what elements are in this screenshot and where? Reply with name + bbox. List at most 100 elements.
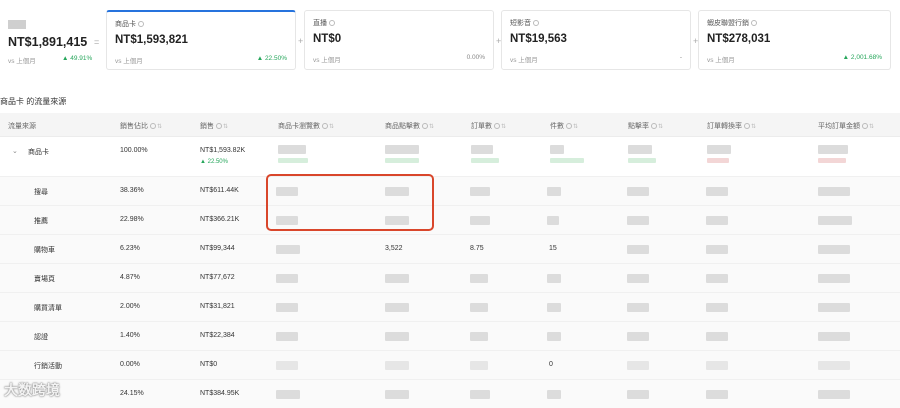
plus-sign: + bbox=[298, 36, 304, 46]
redacted-value bbox=[385, 303, 409, 312]
redacted-value bbox=[627, 303, 649, 312]
header-conversion[interactable]: 訂單轉換率 ⇅ bbox=[707, 121, 756, 131]
sort-icon[interactable]: ⇅ bbox=[501, 124, 506, 130]
redacted-value bbox=[627, 361, 649, 370]
redacted-change bbox=[550, 158, 584, 163]
info-icon bbox=[751, 20, 757, 27]
row-units: 0 bbox=[549, 361, 553, 368]
card-value: NT$278,031 bbox=[707, 33, 771, 45]
sort-icon[interactable]: ⇅ bbox=[869, 124, 874, 130]
card-change: 0.00% bbox=[466, 54, 485, 61]
table-row[interactable]: 賣場頁 4.87% NT$77,672 bbox=[0, 264, 900, 293]
table-row[interactable]: 推薦 22.98% NT$366.21K bbox=[0, 206, 900, 235]
table-row[interactable]: 購物車 6.23% NT$99,344 3,522 8.75 15 bbox=[0, 235, 900, 264]
info-icon bbox=[533, 20, 539, 27]
redacted-value bbox=[276, 361, 298, 370]
row-source: 購物車 bbox=[34, 247, 55, 254]
sort-icon[interactable]: ⇅ bbox=[157, 124, 162, 130]
table-row[interactable]: 搜尋 38.36% NT$611.44K bbox=[0, 177, 900, 206]
redacted-value bbox=[470, 187, 490, 196]
redacted-value bbox=[385, 332, 409, 341]
redacted-value bbox=[278, 145, 306, 154]
redacted-value bbox=[706, 245, 728, 254]
traffic-source-table: 流量來源 銷售佔比 ⇅ 銷售 ⇅ 商品卡瀏覽數 ⇅ 商品點擊數 ⇅ 訂單數 ⇅ 件數 ⇅ 點… bbox=[0, 113, 900, 408]
row-share: 22.98% bbox=[120, 216, 144, 223]
header-source: 流量來源 bbox=[8, 123, 36, 130]
card-title: 直播 bbox=[313, 20, 327, 27]
row-sales: NT$99,344 bbox=[200, 245, 235, 252]
header-sales[interactable]: 銷售 ⇅ bbox=[200, 121, 228, 131]
redacted-value bbox=[276, 274, 298, 283]
redacted-value bbox=[385, 390, 409, 399]
section-title: 商品卡 的流量來源 bbox=[0, 97, 67, 106]
redacted-value bbox=[385, 145, 419, 154]
card-affiliate[interactable]: 蝦皮聯盟行銷 NT$278,031 vs 上個月 ▲ 2,001.68% bbox=[698, 10, 891, 70]
header-ctr[interactable]: 點擊率 ⇅ bbox=[628, 121, 663, 131]
header-card-views[interactable]: 商品卡瀏覽數 ⇅ bbox=[278, 121, 334, 131]
header-aov[interactable]: 平均訂單金額 ⇅ bbox=[818, 121, 874, 131]
total-summary: NT$1,891,415 vs 上個月 ▲ 49.91% bbox=[0, 10, 96, 72]
redacted-value bbox=[547, 187, 561, 196]
redacted-value bbox=[276, 245, 300, 254]
row-sales: NT$31,821 bbox=[200, 303, 235, 310]
sort-icon[interactable]: ⇅ bbox=[223, 124, 228, 130]
redacted-value bbox=[706, 361, 728, 370]
table-row[interactable]: 行銷活動 0.00% NT$0 0 bbox=[0, 351, 900, 380]
redacted-value bbox=[818, 390, 850, 399]
row-sales: NT$384.95K bbox=[200, 390, 240, 397]
table-row[interactable]: 24.15% NT$384.95K bbox=[0, 380, 900, 408]
redacted-value bbox=[818, 245, 850, 254]
chevron-down-icon[interactable]: ⌄ bbox=[12, 147, 18, 155]
sort-icon[interactable]: ⇅ bbox=[329, 124, 334, 130]
card-product-card[interactable]: 商品卡 NT$1,593,821 vs 上個月 ▲ 22.50% bbox=[106, 10, 296, 70]
summary-cards: NT$1,891,415 vs 上個月 ▲ 49.91% = 商品卡 NT$1,… bbox=[0, 10, 900, 72]
info-icon bbox=[329, 20, 335, 27]
sort-icon[interactable]: ⇅ bbox=[751, 124, 756, 130]
total-value: NT$1,891,415 bbox=[8, 35, 88, 49]
table-row[interactable]: 購買清單 2.00% NT$31,821 bbox=[0, 293, 900, 322]
sort-icon[interactable]: ⇅ bbox=[573, 124, 578, 130]
row-source: 搜尋 bbox=[34, 189, 48, 196]
redacted-value bbox=[818, 332, 850, 341]
info-icon bbox=[138, 21, 144, 28]
sort-icon[interactable]: ⇅ bbox=[658, 124, 663, 130]
header-share[interactable]: 銷售佔比 ⇅ bbox=[120, 121, 162, 131]
card-change: ▲ 2,001.68% bbox=[842, 54, 882, 61]
redacted-change bbox=[471, 158, 499, 163]
help-icon bbox=[651, 123, 657, 130]
header-units[interactable]: 件數 ⇅ bbox=[550, 121, 578, 131]
card-value: NT$19,563 bbox=[510, 33, 567, 45]
help-icon bbox=[322, 123, 328, 130]
redacted-value bbox=[276, 390, 300, 399]
redacted-value bbox=[550, 145, 564, 154]
header-orders[interactable]: 訂單數 ⇅ bbox=[471, 121, 506, 131]
row-sales: NT$1,593.82K bbox=[200, 147, 246, 154]
help-icon bbox=[422, 123, 428, 130]
row-orders: 8.75 bbox=[470, 245, 484, 252]
row-clicks: 3,522 bbox=[385, 245, 403, 252]
redacted-value bbox=[385, 274, 409, 283]
row-source: 購買清單 bbox=[34, 305, 62, 312]
table-row[interactable]: ⌄ 商品卡 100.00% NT$1,593.82K ▲ 22.50% bbox=[0, 137, 900, 177]
row-share: 100.00% bbox=[120, 147, 148, 154]
card-change: - bbox=[679, 54, 682, 61]
redacted-value bbox=[818, 145, 848, 154]
table-row[interactable]: 認證 1.40% NT$22,384 bbox=[0, 322, 900, 351]
highlight-box bbox=[266, 174, 434, 231]
sort-icon[interactable]: ⇅ bbox=[429, 124, 434, 130]
help-icon bbox=[566, 123, 572, 130]
card-live[interactable]: 直播 NT$0 vs 上個月 0.00% bbox=[304, 10, 494, 70]
card-vs-label: vs 上個月 bbox=[707, 57, 735, 64]
redacted-value bbox=[547, 274, 561, 283]
redacted-value bbox=[547, 216, 559, 225]
help-icon bbox=[862, 123, 868, 130]
help-icon bbox=[216, 123, 222, 130]
card-vs-label: vs 上個月 bbox=[510, 57, 538, 64]
redacted-value bbox=[276, 332, 298, 341]
redacted-value bbox=[276, 303, 298, 312]
header-clicks[interactable]: 商品點擊數 ⇅ bbox=[385, 121, 434, 131]
card-short-video[interactable]: 短影音 NT$19,563 vs 上個月 - bbox=[501, 10, 691, 70]
redacted-value bbox=[627, 245, 649, 254]
redacted-value bbox=[385, 361, 409, 370]
redacted-value bbox=[627, 390, 649, 399]
